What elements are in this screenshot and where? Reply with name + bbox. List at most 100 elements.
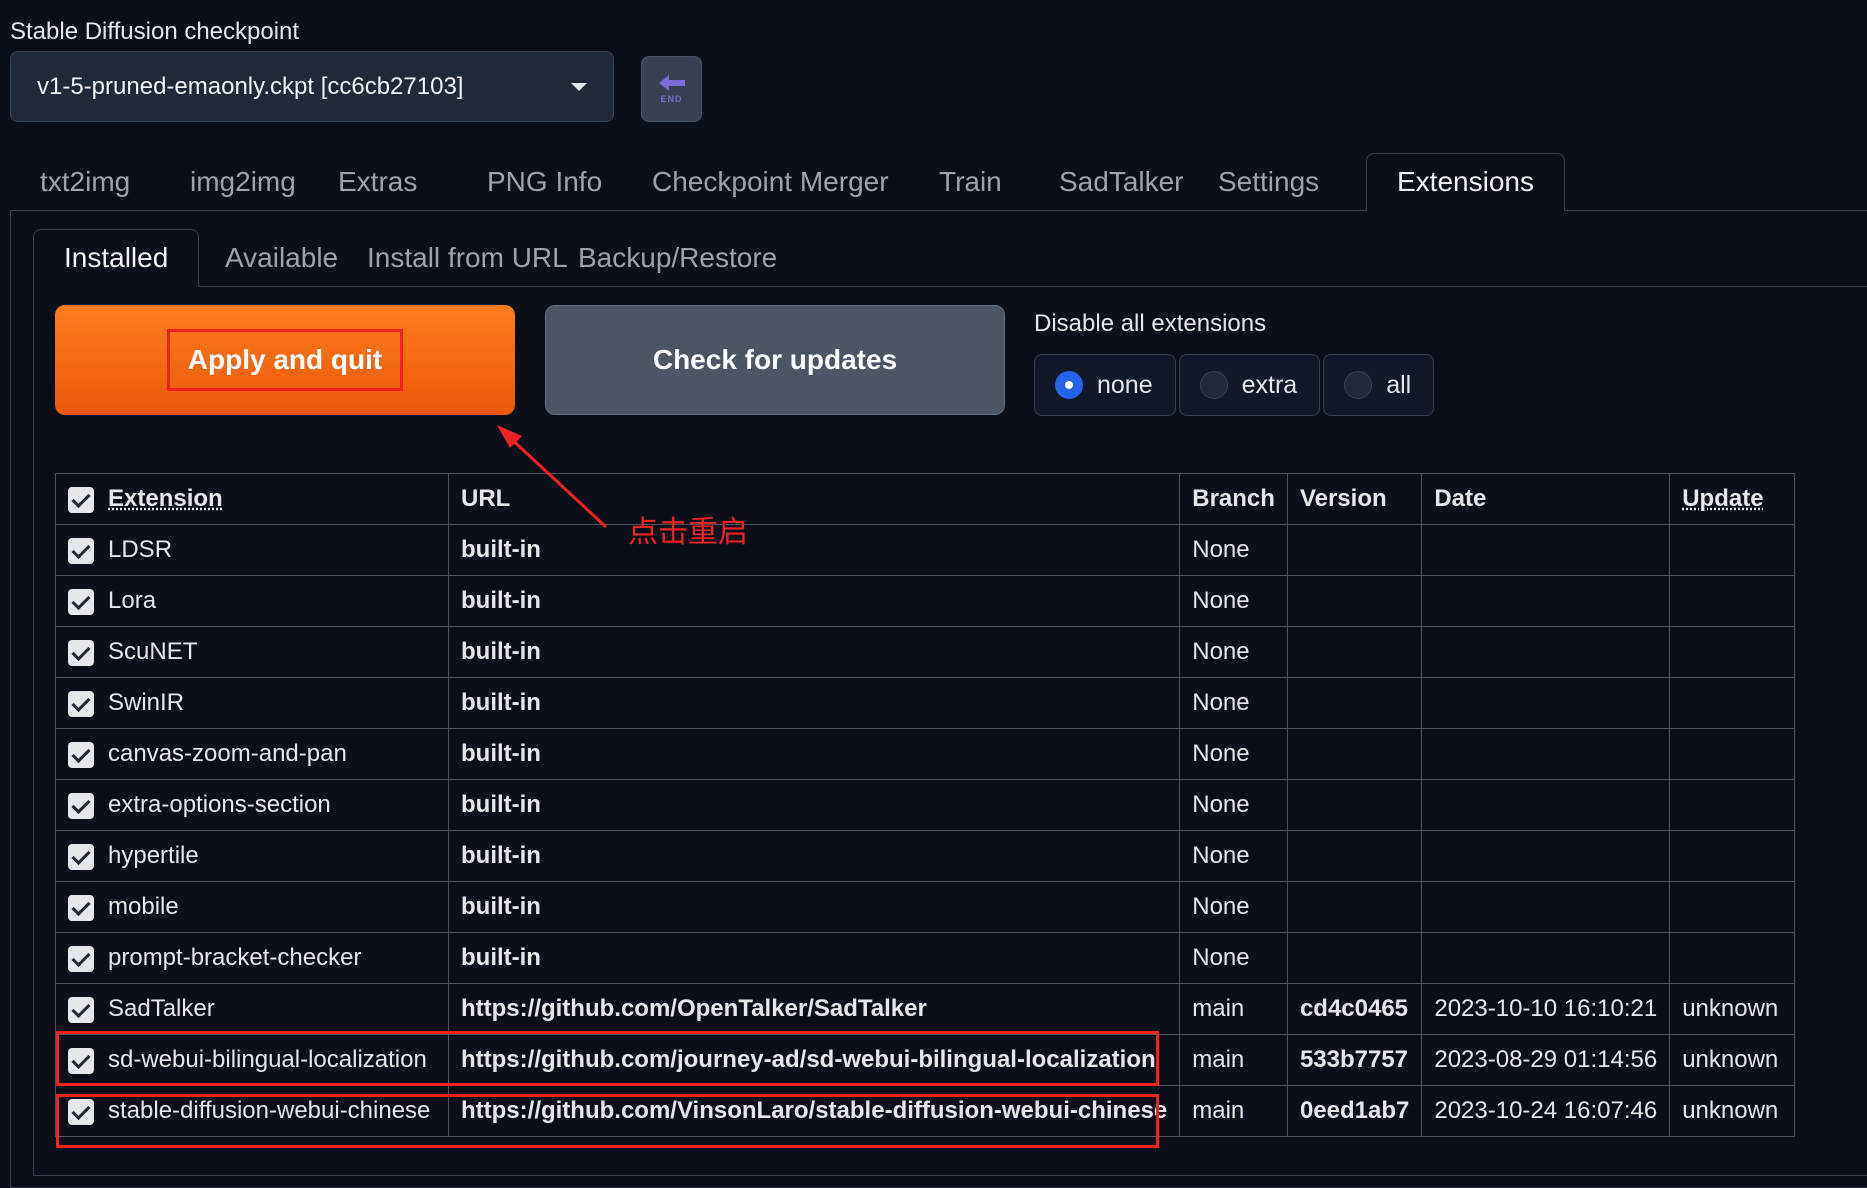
tab-img2img[interactable]: img2img xyxy=(160,153,326,211)
arrow-left-icon xyxy=(658,75,685,91)
cell-branch-text: main xyxy=(1192,1046,1245,1073)
tab-installed[interactable]: Installed xyxy=(33,229,200,287)
cell-branch: None xyxy=(1179,728,1288,780)
cell-branch-text: None xyxy=(1192,842,1250,869)
enable-extension-checkbox[interactable] xyxy=(68,945,94,972)
cell-url-text: https://github.com/journey-ad/sd-webui-b… xyxy=(461,1046,1156,1073)
tab-png-info[interactable]: PNG Info xyxy=(457,153,632,211)
main-tab-bar: txt2img img2img Extras PNG Info Checkpoi… xyxy=(10,153,1867,211)
checkpoint-value: v1-5-pruned-emaonly.ckpt [cc6cb27103] xyxy=(37,72,464,100)
enable-extension-checkbox[interactable] xyxy=(68,843,94,870)
radio-label: all xyxy=(1386,370,1412,399)
table-row: ScuNET built-in None xyxy=(55,626,1796,678)
table-row: hypertile built-in None xyxy=(55,830,1796,882)
radio-label: none xyxy=(1097,370,1153,399)
enable-extension-checkbox[interactable] xyxy=(68,894,94,921)
cell-date: 2023-10-24 16:07:46 xyxy=(1421,1085,1671,1137)
refresh-checkpoint-button[interactable]: END xyxy=(641,56,702,122)
cell-branch: main xyxy=(1179,983,1288,1035)
cell-extension: prompt-bracket-checker xyxy=(55,932,449,984)
tab-extensions[interactable]: Extensions xyxy=(1366,153,1565,211)
cell-url: https://github.com/VinsonLaro/stable-dif… xyxy=(447,1085,1181,1137)
cell-date xyxy=(1421,677,1671,729)
cell-url-text: https://github.com/VinsonLaro/stable-dif… xyxy=(461,1097,1168,1124)
enable-extension-checkbox[interactable] xyxy=(68,690,94,717)
cell-extension: ScuNET xyxy=(55,626,449,678)
cell-version xyxy=(1286,728,1423,780)
radio-option-all[interactable]: all xyxy=(1323,354,1435,416)
radio-option-extra[interactable]: extra xyxy=(1178,354,1321,416)
chevron-down-icon xyxy=(571,82,587,91)
cell-branch-text: main xyxy=(1192,995,1245,1022)
cell-extension: hypertile xyxy=(55,830,449,882)
cell-branch-text: None xyxy=(1192,536,1250,563)
cell-extension-text: LDSR xyxy=(108,536,173,563)
enable-extension-checkbox[interactable] xyxy=(68,537,94,564)
enable-extension-checkbox[interactable] xyxy=(68,588,94,615)
checkpoint-dropdown[interactable]: v1-5-pruned-emaonly.ckpt [cc6cb27103] xyxy=(10,51,614,122)
cell-date: 2023-08-29 01:14:56 xyxy=(1421,1034,1671,1086)
tab-txt2img[interactable]: txt2img xyxy=(10,153,160,211)
cell-branch-text: None xyxy=(1192,689,1250,716)
cell-url: built-in xyxy=(447,626,1181,678)
table-row: extra-options-section built-in None xyxy=(55,779,1796,831)
cell-extension-text: Lora xyxy=(108,587,157,614)
cell-url: built-in xyxy=(447,881,1181,933)
cell-extension-text: hypertile xyxy=(108,842,199,869)
cell-extension-text: prompt-bracket-checker xyxy=(108,944,362,971)
tab-sadtalker[interactable]: SadTalker xyxy=(1029,153,1214,211)
tab-extras[interactable]: Extras xyxy=(308,153,447,211)
table-header-row: Extension URL Branch Version Date Update xyxy=(55,473,1796,525)
enable-extension-checkbox[interactable] xyxy=(68,639,94,666)
cell-url-text: built-in xyxy=(461,944,541,971)
radio-option-none[interactable]: none xyxy=(1034,354,1176,416)
cell-url: built-in xyxy=(447,728,1181,780)
enable-extension-checkbox[interactable] xyxy=(68,1047,94,1074)
cell-update xyxy=(1669,677,1796,729)
cell-url: built-in xyxy=(447,779,1181,831)
enable-extension-checkbox[interactable] xyxy=(68,1098,94,1125)
check-for-updates-button[interactable]: Check for updates xyxy=(545,305,1005,415)
cell-branch: main xyxy=(1179,1085,1288,1137)
cell-update xyxy=(1669,626,1796,678)
column-header-extension[interactable]: Extension xyxy=(55,473,449,525)
cell-date-text: 2023-10-24 16:07:46 xyxy=(1434,1097,1658,1124)
cell-version: 533b7757 xyxy=(1286,1034,1423,1086)
enable-extension-checkbox[interactable] xyxy=(68,996,94,1023)
cell-branch-text: None xyxy=(1192,944,1250,971)
cell-extension: mobile xyxy=(55,881,449,933)
cell-url-text: built-in xyxy=(461,842,541,869)
cell-update xyxy=(1669,881,1796,933)
cell-url-text: built-in xyxy=(461,893,541,920)
cell-extension-text: extra-options-section xyxy=(108,791,331,818)
cell-branch: None xyxy=(1179,779,1288,831)
cell-branch: None xyxy=(1179,932,1288,984)
cell-update: unknown xyxy=(1669,1085,1796,1137)
cell-update: unknown xyxy=(1669,1034,1796,1086)
table-row: mobile built-in None xyxy=(55,881,1796,933)
cell-url-text: https://github.com/OpenTalker/SadTalker xyxy=(461,995,927,1022)
select-all-checkbox[interactable] xyxy=(68,486,94,513)
cell-date-text: 2023-10-10 16:10:21 xyxy=(1434,995,1658,1022)
cell-version xyxy=(1286,779,1423,831)
tab-train[interactable]: Train xyxy=(909,153,1032,211)
column-header-branch: Branch xyxy=(1179,473,1288,525)
cell-date xyxy=(1421,830,1671,882)
cell-extension: stable-diffusion-webui-chinese xyxy=(55,1085,449,1137)
enable-extension-checkbox[interactable] xyxy=(68,792,94,819)
column-header-update[interactable]: Update xyxy=(1669,473,1796,525)
enable-extension-checkbox[interactable] xyxy=(68,741,94,768)
tab-settings[interactable]: Settings xyxy=(1188,153,1349,211)
cell-url-text: built-in xyxy=(461,587,541,614)
cell-extension: Lora xyxy=(55,575,449,627)
tab-checkpoint-merger[interactable]: Checkpoint Merger xyxy=(622,153,919,211)
cell-url-text: built-in xyxy=(461,536,541,563)
end-badge: END xyxy=(660,94,683,104)
cell-date-text: 2023-08-29 01:14:56 xyxy=(1434,1046,1658,1073)
cell-date xyxy=(1421,524,1671,576)
extensions-table-body: LDSR built-in None Lora built-in None ScuNET bu… xyxy=(55,524,1796,1137)
tab-backup-restore[interactable]: Backup/Restore xyxy=(548,229,807,287)
cell-url: built-in xyxy=(447,575,1181,627)
apply-and-quit-button[interactable]: Apply and quit xyxy=(55,305,515,415)
cell-version: cd4c0465 xyxy=(1286,983,1423,1035)
